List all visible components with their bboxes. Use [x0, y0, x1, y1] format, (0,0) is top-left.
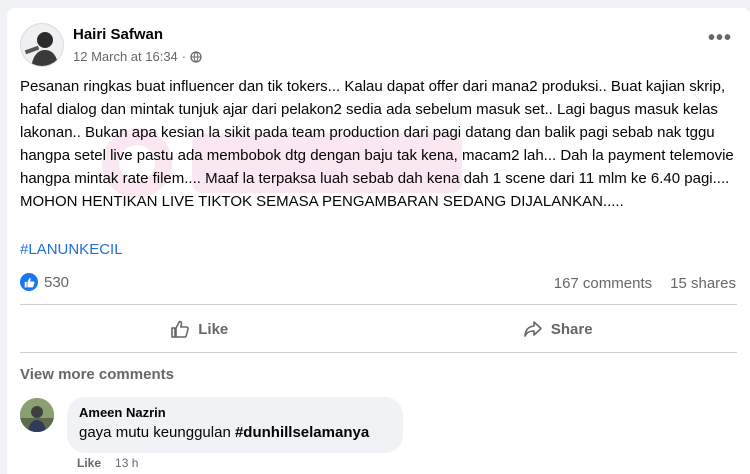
post-header: Hairi Safwan 12 March at 16:34 · ••• [20, 21, 738, 71]
like-label: Like [198, 320, 229, 338]
globe-icon [190, 50, 202, 63]
post-text: Pesanan ringkas buat influencer dan tik … [20, 78, 734, 210]
commenter-name[interactable]: Ameen Nazrin [79, 405, 391, 420]
comments-count[interactable]: 167 comments [554, 275, 652, 292]
engagement-stats: 167 comments 15 shares [554, 275, 736, 292]
reaction-summary[interactable]: 530 [20, 273, 69, 291]
post-meta: 12 March at 16:34 · [73, 49, 202, 64]
comment-age[interactable]: 13 h [115, 456, 138, 470]
comment-text: gaya mutu keunggulan #dunhillselamanya [79, 424, 391, 441]
action-bar: Like Share [20, 311, 737, 347]
reaction-count: 530 [44, 273, 70, 291]
comment-body: gaya mutu keunggulan [79, 424, 231, 441]
post-timestamp[interactable]: 12 March at 16:34 [73, 49, 178, 64]
post-card: Hairi Safwan 12 March at 16:34 · ••• Pes… [7, 8, 750, 474]
author-avatar[interactable] [20, 23, 64, 67]
like-reaction-icon [20, 273, 38, 291]
share-label: Share [550, 320, 593, 338]
divider [20, 352, 737, 353]
comment-like-button[interactable]: Like [77, 456, 101, 470]
meta-separator: · [181, 49, 187, 64]
like-button[interactable]: Like [20, 311, 379, 347]
author-name[interactable]: Hairi Safwan [73, 26, 163, 43]
divider [20, 304, 737, 305]
thumbs-up-icon [171, 320, 190, 338]
post-hashtag[interactable]: #LANUNKECIL [20, 241, 123, 258]
shares-count[interactable]: 15 shares [670, 275, 736, 292]
commenter-avatar[interactable] [20, 398, 54, 432]
share-arrow-icon [524, 321, 542, 337]
more-options-icon[interactable]: ••• [708, 28, 732, 48]
view-more-comments-link[interactable]: View more comments [20, 366, 174, 383]
comment-meta: Like 13 h [77, 456, 138, 470]
share-button[interactable]: Share [379, 311, 738, 347]
comment-bubble: Ameen Nazrin gaya mutu keunggulan #dunhi… [67, 397, 403, 453]
comment-hashtag[interactable]: #dunhillselamanya [235, 424, 369, 441]
